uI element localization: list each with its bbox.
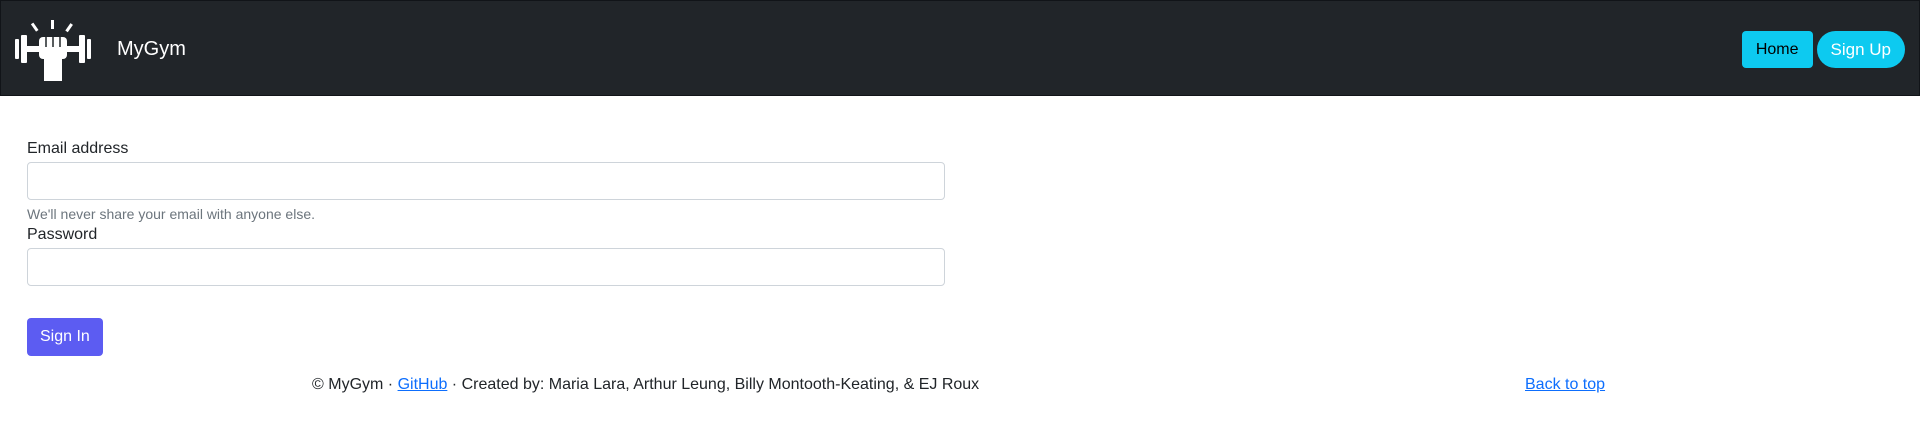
sign-up-button[interactable]: Sign Up	[1816, 31, 1905, 68]
email-help-text: We'll never share your email with anyone…	[27, 206, 315, 222]
back-to-top-link[interactable]: Back to top	[1525, 376, 1605, 393]
github-link[interactable]: GitHub	[398, 376, 448, 393]
nav-buttons: Home Sign Up	[1741, 31, 1905, 68]
email-label: Email address	[27, 140, 129, 157]
top-navbar: MyGym Home Sign Up	[0, 0, 1920, 96]
sign-in-button[interactable]: Sign In	[27, 318, 103, 356]
footer-credits: © MyGym · GitHub · Created by: Maria Lar…	[312, 373, 979, 397]
home-button[interactable]: Home	[1741, 31, 1813, 68]
email-field[interactable]	[27, 162, 945, 200]
brand[interactable]: MyGym	[13, 17, 186, 81]
sign-in-form: Email address We'll never share your ema…	[27, 138, 945, 356]
back-to-top: Back to top	[1525, 373, 1605, 397]
copyright-text: © MyGym ·	[312, 376, 398, 393]
brand-name: MyGym	[117, 37, 186, 60]
password-field[interactable]	[27, 248, 945, 286]
credits-text: · Created by: Maria Lara, Arthur Leung, …	[447, 376, 980, 393]
dumbbell-fist-icon	[15, 20, 91, 81]
footer: © MyGym · GitHub · Created by: Maria Lar…	[0, 373, 1924, 397]
password-label: Password	[27, 226, 98, 243]
